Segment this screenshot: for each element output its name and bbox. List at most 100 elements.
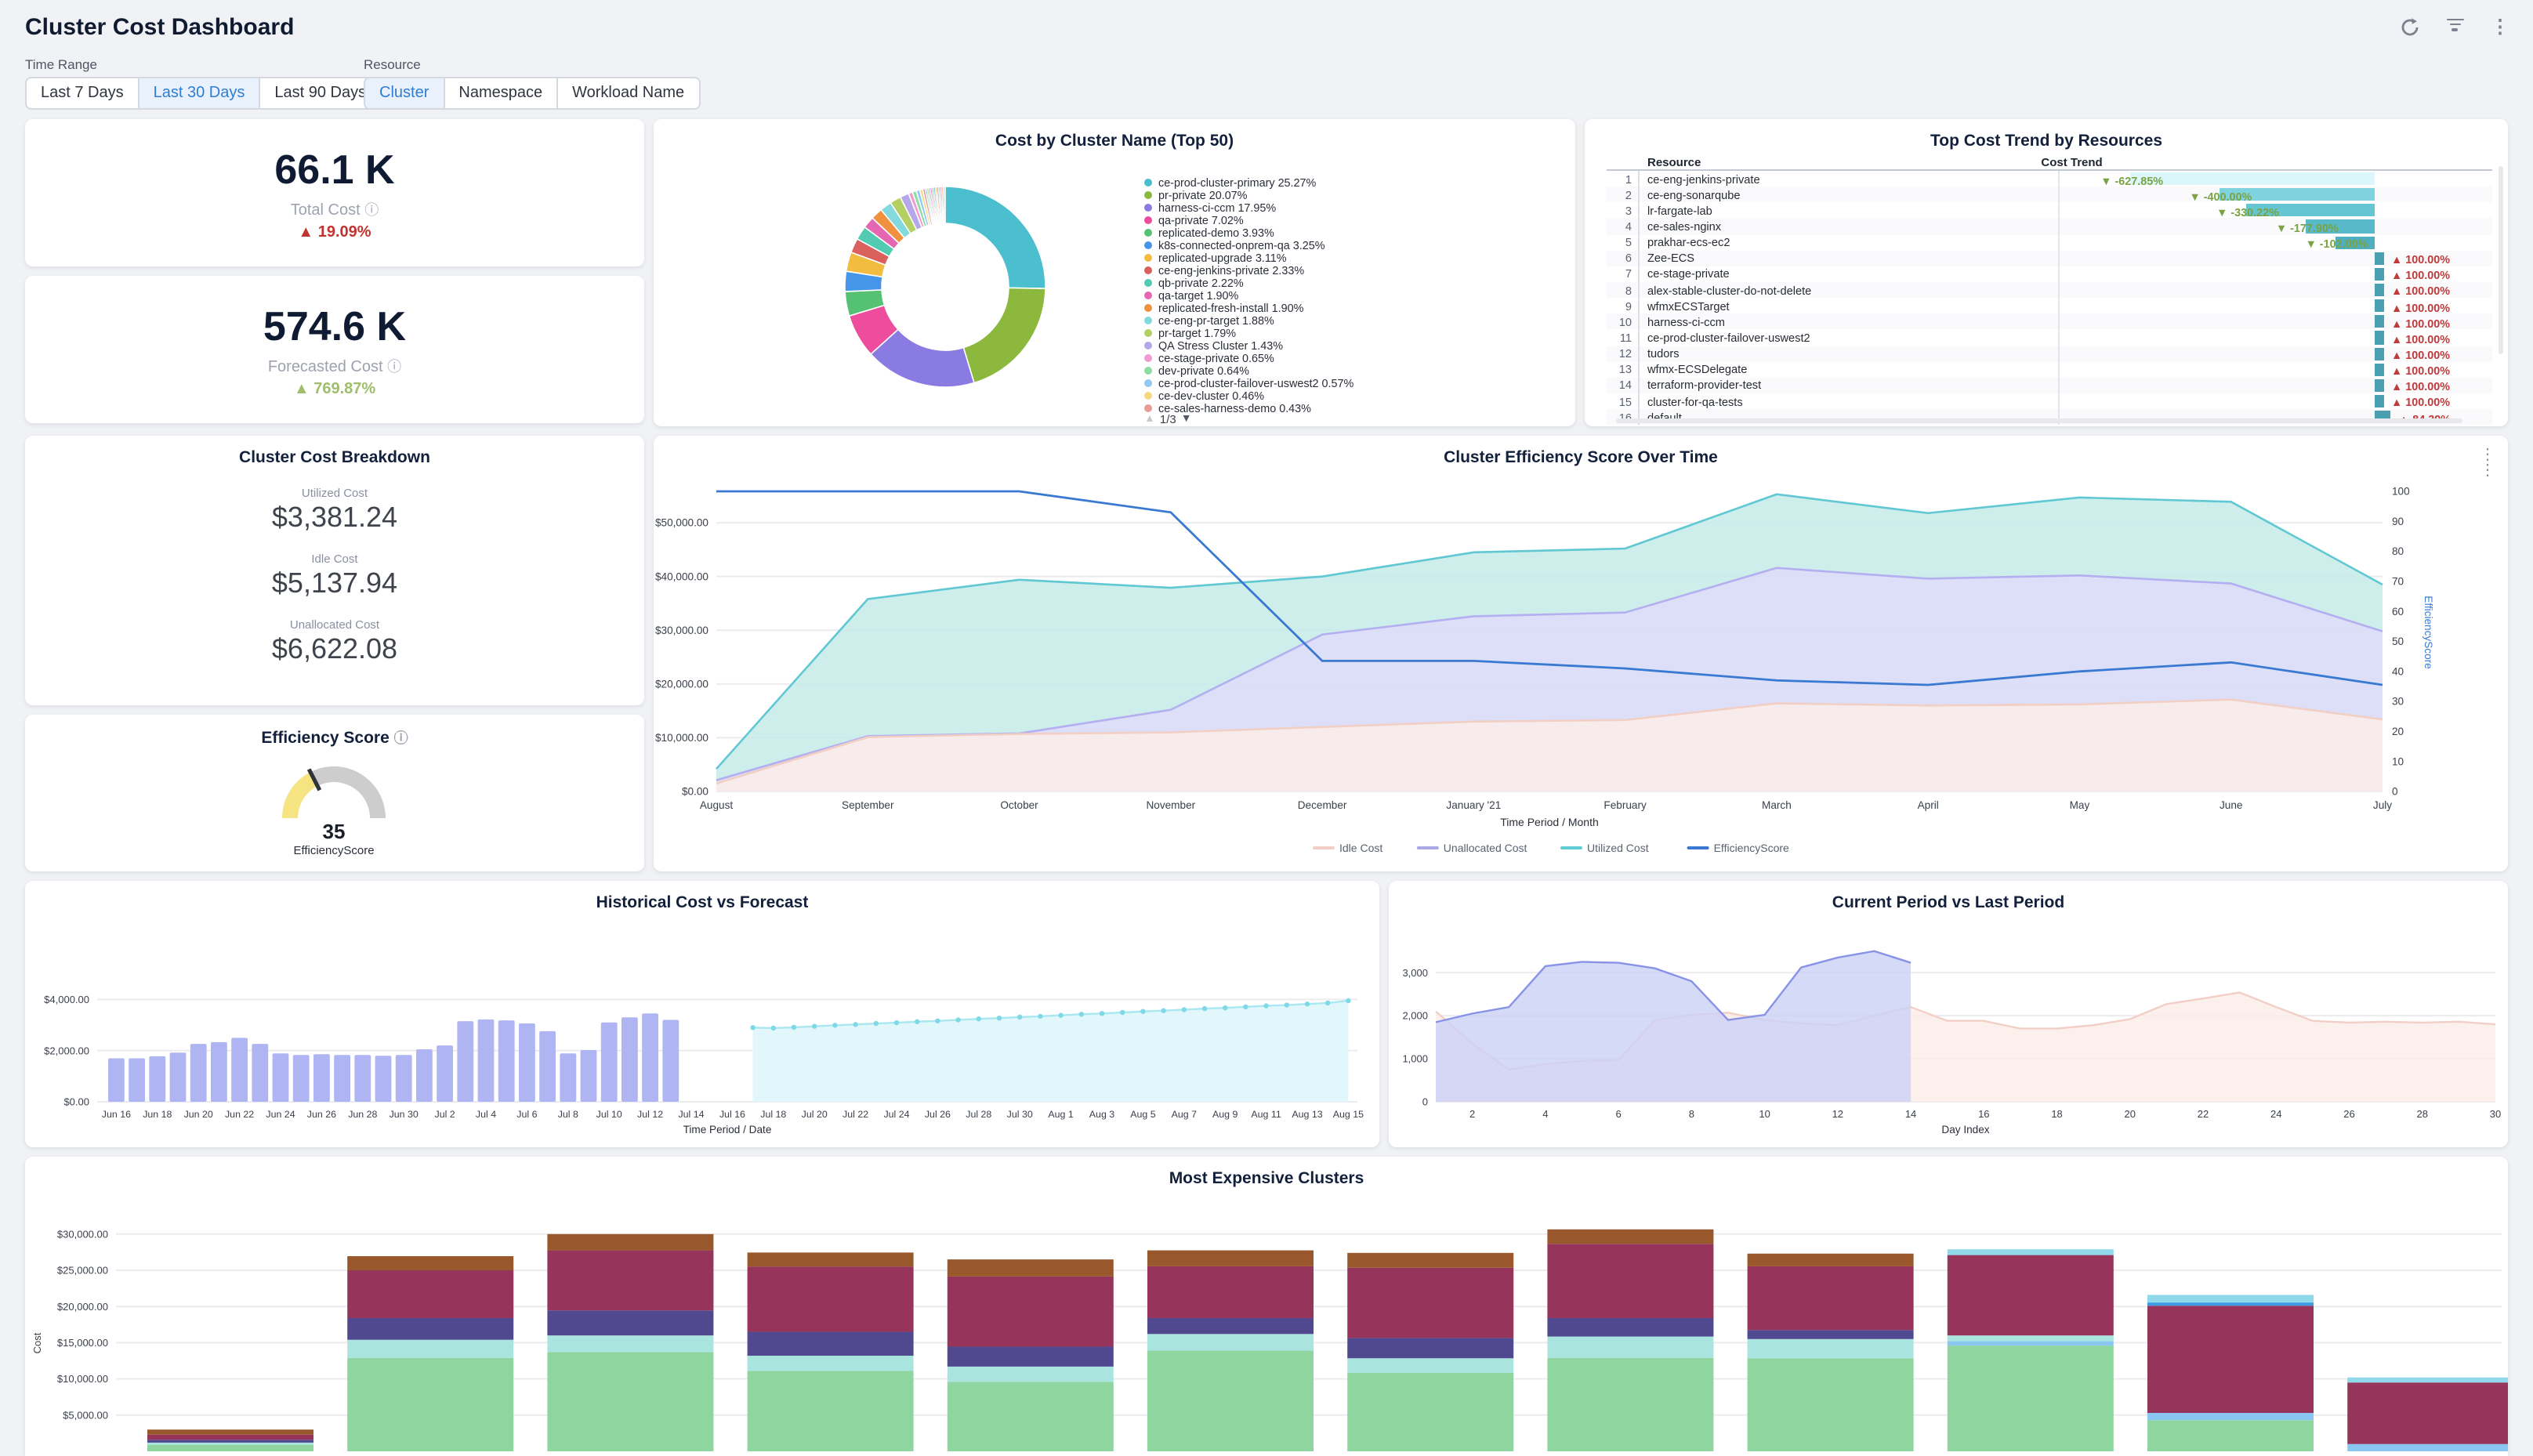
stack-segment-maroon [1748,1266,1914,1330]
stack-segment-indigo [347,1318,513,1340]
svg-text:40: 40 [2392,665,2404,677]
kebab-menu-icon[interactable]: ⋮ [2489,16,2511,38]
legend-item[interactable]: ce-prod-cluster-failover-uswest2 0.57% [1144,378,1353,390]
legend-item[interactable]: ce-eng-jenkins-private 2.33% [1144,264,1353,277]
table-row[interactable]: 7ce-stage-private▲ 100.00% [1607,266,2492,282]
stack-segment-indigo [1547,1318,1713,1337]
legend-item[interactable]: qb-private 2.22% [1144,277,1353,289]
page-up-icon[interactable]: ▲ [1144,414,1155,425]
cost-by-cluster-panel: Cost by Cluster Name (Top 50) ce-prod-cl… [654,119,1575,426]
period-compare-chart[interactable]: 01,0002,0003,000246810121416182022242628… [1389,911,2508,1146]
resource-workload-name[interactable]: Workload Name [558,77,700,110]
time-range-last-30-days[interactable]: Last 30 Days [140,77,261,110]
table-row[interactable]: 10harness-ci-ccm▲ 100.00% [1607,314,2492,330]
info-icon[interactable]: ⓘ [394,730,408,746]
time-range-last-7-days[interactable]: Last 7 Days [25,77,140,110]
table-row[interactable]: 14terraform-provider-test▲ 100.00% [1607,378,2492,393]
info-icon[interactable]: ⓘ [364,201,379,217]
legend-item[interactable]: ce-dev-cluster 0.46% [1144,390,1353,403]
resource-buttons: ClusterNamespaceWorkload Name [364,77,700,110]
svg-text:$10,000.00: $10,000.00 [655,732,708,744]
trend-bar [2375,299,2383,312]
legend-swatch [1144,279,1152,287]
cost-bar [273,1053,289,1102]
svg-text:1,000: 1,000 [1402,1053,1428,1065]
svg-text:Total Cost: Total Cost [751,1145,799,1146]
legend-item[interactable]: dev-private 0.64% [1144,364,1353,377]
trend-value: ▲ 100.00% [2391,269,2450,283]
legend-item[interactable]: ce-prod-cluster-primary 25.27% [1144,176,1353,188]
stack-segment-maroon [748,1266,914,1331]
svg-text:60: 60 [2392,606,2404,618]
historical-chart[interactable]: $0.00$2,000.00$4,000.00Jun 16Jun 18Jun 2… [25,911,1379,1146]
table-row[interactable]: 13wfmx-ECSDelegate▲ 100.00% [1607,361,2492,377]
legend-item[interactable]: ce-stage-private 0.65% [1144,352,1353,364]
table-row[interactable]: 4ce-sales-nginx▼ -177.90% [1607,219,2492,234]
legend-item[interactable]: replicated-fresh-install 1.90% [1144,302,1353,314]
table-header: ResourceCost Trend [1607,154,2492,171]
legend-swatch [1144,354,1152,362]
trend-bar [2375,331,2383,344]
resource-cluster[interactable]: Cluster [364,77,444,110]
table-row[interactable]: 12tudors▲ 100.00% [1607,346,2492,361]
svg-text:Jun 16: Jun 16 [102,1109,131,1120]
donut-legend: ce-prod-cluster-primary 25.27%pr-private… [1144,176,1353,415]
total-cost-value: 66.1 K [274,145,394,194]
table-row[interactable]: 6Zee-ECS▲ 100.00% [1607,250,2492,266]
legend-item[interactable]: k8s-connected-onprem-qa 3.25% [1144,238,1353,251]
table-row[interactable]: 9wfmxECSTarget▲ 100.00% [1607,298,2492,313]
cost-bar [396,1055,412,1102]
efficiency-chart[interactable]: $0.00$10,000.00$20,000.00$30,000.00$40,0… [654,467,2508,868]
svg-text:$40,000.00: $40,000.00 [655,570,708,582]
table-row[interactable]: 1ce-eng-jenkins-private▼ -627.85% [1607,171,2492,187]
legend-item[interactable]: replicated-demo 3.93% [1144,226,1353,238]
legend-item[interactable]: qa-target 1.90% [1144,289,1353,302]
stack-segment-green [1948,1346,2114,1451]
legend-item[interactable]: qa-private 7.02% [1144,213,1353,226]
expensive-clusters-chart[interactable]: $5,000.00$10,000.00$15,000.00$20,000.00$… [25,1186,2508,1456]
legend-swatch [1144,216,1152,223]
svg-text:Jul 8: Jul 8 [558,1109,578,1120]
legend-item[interactable]: replicated-upgrade 3.11% [1144,252,1353,264]
stack-segment-teal [147,1443,313,1445]
svg-text:$0.00: $0.00 [63,1096,89,1108]
resource-namespace[interactable]: Namespace [444,77,558,110]
legend-item[interactable]: harness-ci-ccm 17.95% [1144,201,1353,213]
horizontal-scrollbar[interactable] [1616,418,2462,423]
legend-item[interactable]: pr-private 20.07% [1144,188,1353,201]
stack-segment-teal [547,1335,713,1352]
idle-cost: Idle Cost $5,137.94 [25,552,644,600]
svg-text:$25,000.00: $25,000.00 [57,1265,108,1277]
resource-label: Resource [364,56,700,72]
table-row[interactable]: 2ce-eng-sonarqube▼ -400.00% [1607,187,2492,202]
page-down-icon[interactable]: ▼ [1181,414,1192,425]
panel-title: Current Period vs Last Period [1389,881,2508,912]
stack-segment-green [2147,1420,2314,1451]
svg-text:Aug 7: Aug 7 [1172,1109,1197,1120]
legend-item[interactable]: ce-eng-pr-target 1.88% [1144,314,1353,327]
svg-text:Jul 16: Jul 16 [719,1109,745,1120]
table-row[interactable]: 15cluster-for-qa-tests▲ 100.00% [1607,393,2492,409]
svg-text:Utilized Cost: Utilized Cost [1587,842,1649,854]
table-row[interactable]: 3lr-fargate-lab▼ -330.22% [1607,203,2492,219]
svg-text:Aug 5: Aug 5 [1130,1109,1155,1120]
donut-chart[interactable] [654,119,1575,426]
table-row[interactable]: 8alex-stable-cluster-do-not-delete▲ 100.… [1607,282,2492,298]
table-row[interactable]: 11ce-prod-cluster-failover-uswest2▲ 100.… [1607,330,2492,346]
legend-swatch [1144,266,1152,274]
table-row[interactable]: 5prakhar-ecs-ec2▼ -102.00% [1607,234,2492,250]
total-cost-delta: ▲ 19.09% [298,223,371,241]
cost-bar [211,1042,227,1102]
info-icon[interactable]: ⓘ [387,358,401,374]
filter-icon[interactable] [2445,16,2464,38]
legend-item[interactable]: QA Stress Cluster 1.43% [1144,339,1353,352]
stack-segment-indigo [1347,1338,1513,1358]
refresh-icon[interactable] [2398,16,2420,38]
svg-text:16: 16 [1978,1108,1989,1120]
stack-segment-cyan [1948,1249,2114,1255]
legend-item[interactable]: pr-target 1.79% [1144,327,1353,339]
legend-swatch [1144,292,1152,299]
stack-segment-indigo [147,1440,313,1443]
vertical-scrollbar[interactable] [2499,166,2503,354]
svg-text:24: 24 [2270,1108,2281,1120]
